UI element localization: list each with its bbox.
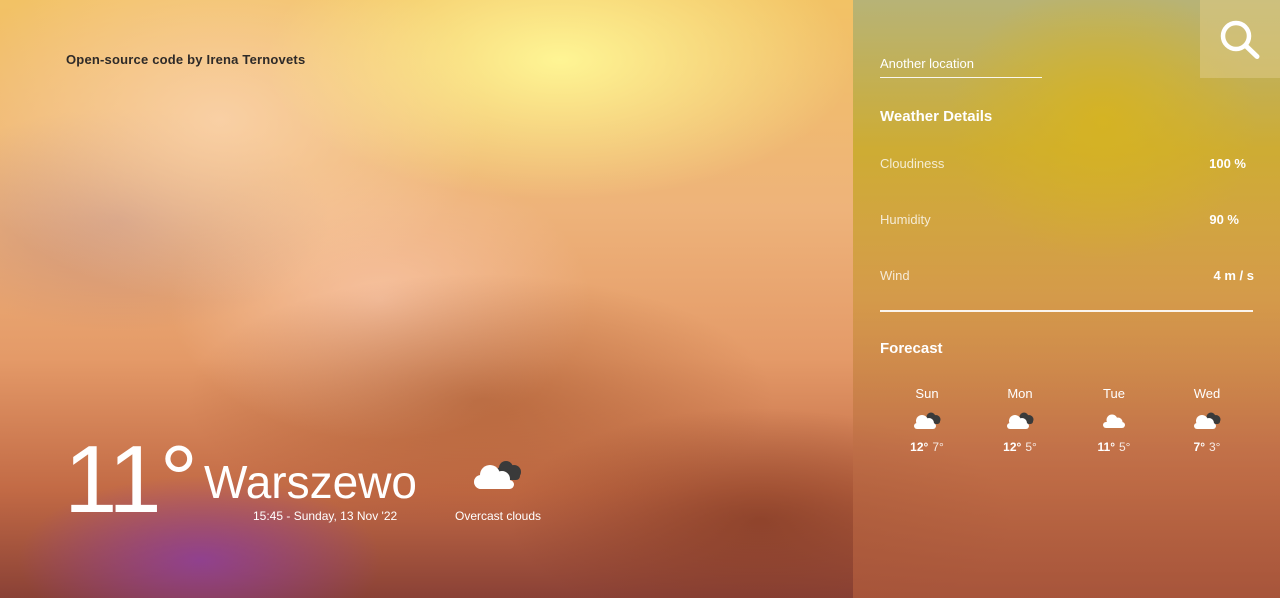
divider [880,310,1253,312]
search-icon [1220,20,1260,59]
detail-label: Humidity [880,212,931,227]
detail-row-cloudiness: Cloudiness 100 % [880,156,1254,176]
detail-value: 100 % [1209,156,1246,171]
forecast-high: 12° [1003,440,1022,454]
overcast-clouds-icon [914,412,941,429]
forecast-title: Forecast [880,340,943,357]
forecast-day: Tue 11° 5° [1067,386,1161,454]
detail-label: Wind [880,268,910,283]
overcast-clouds-icon [1007,412,1034,429]
current-condition: Overcast clouds [455,509,542,523]
weather-details-title: Weather Details [880,108,993,125]
forecast-low: 5° [1119,440,1131,454]
city-name: Warszewo [204,456,417,508]
forecast-list: Sun 12° 7° Mon 12° 5° Tue 11° 5° Wed 7° … [880,386,1254,476]
weather-panel: Weather Details Cloudiness 100 % Humidit… [853,0,1280,598]
forecast-high: 7° [1193,440,1205,454]
current-weather: 11° Warszewo 15:45 - Sunday, 13 Nov '22 … [64,432,624,542]
forecast-high: 11° [1097,440,1115,454]
forecast-day-name: Mon [1007,386,1033,401]
detail-label: Cloudiness [880,156,945,171]
detail-row-humidity: Humidity 90 % [880,212,1254,232]
overcast-clouds-icon [1194,412,1221,429]
forecast-high: 12° [910,440,929,454]
detail-value: 4 m / s [1213,268,1254,283]
forecast-low: 5° [1025,440,1037,454]
credit-text: Open-source code by Irena Ternovets [66,52,306,67]
location-input[interactable] [880,54,1042,78]
forecast-day: Mon 12° 5° [973,386,1067,454]
forecast-day-name: Wed [1193,386,1221,401]
forecast-low: 3° [1209,440,1221,454]
current-temperature: 11° [64,426,198,533]
current-datetime: 15:45 - Sunday, 13 Nov '22 [253,509,398,523]
forecast-day-name: Sun [915,386,939,401]
forecast-day: Sun 12° 7° [880,386,974,454]
forecast-low: 7° [932,440,944,454]
cloud-icon [1103,414,1125,428]
forecast-day-name: Tue [1103,386,1125,401]
search-button[interactable] [1200,0,1280,78]
forecast-day: Wed 7° 3° [1160,386,1254,454]
detail-value: 90 % [1209,212,1239,227]
detail-row-wind: Wind 4 m / s [880,268,1254,288]
overcast-clouds-icon [474,461,521,489]
